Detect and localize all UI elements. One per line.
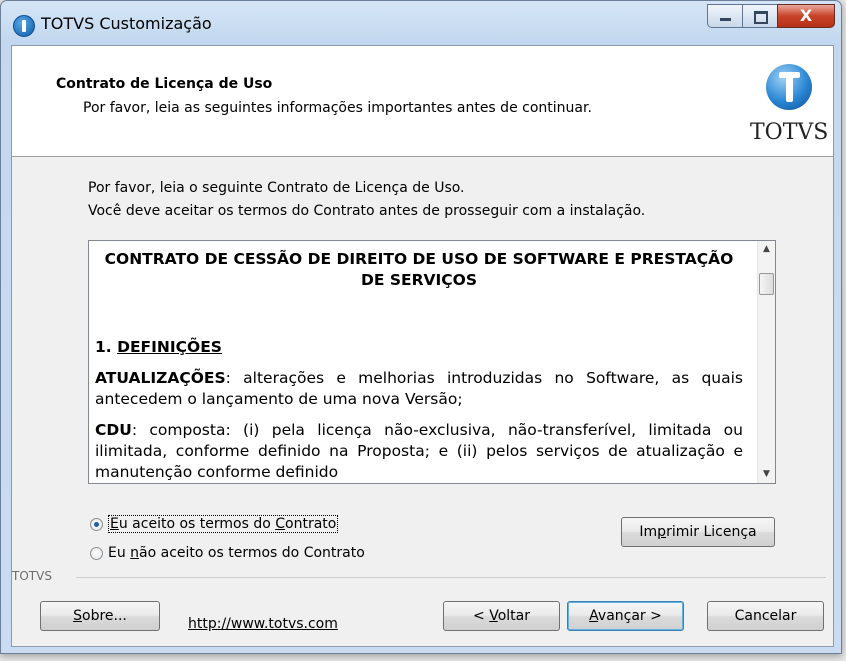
- license-text-area[interactable]: CONTRATO DE CESSÃO DE DIREITO DE USO DE …: [88, 240, 776, 484]
- close-icon: X: [799, 6, 813, 25]
- term-atualizacoes: ATUALIZAÇÕES: [95, 369, 226, 387]
- next-access-key: A: [589, 608, 598, 624]
- installer-window: TOTVS Customização X Contrato de Licença…: [0, 0, 842, 654]
- caption-buttons: X: [707, 4, 835, 30]
- print-access-key: p: [657, 524, 667, 540]
- next-button[interactable]: Avançar >: [567, 601, 684, 631]
- print-label-start: Im: [639, 524, 658, 540]
- scroll-up-arrow-icon[interactable]: ▲: [758, 241, 775, 258]
- about-label: obre...: [82, 608, 127, 624]
- scroll-down-arrow-icon[interactable]: ▼: [758, 466, 775, 483]
- wizard-body: Contrato de Licença de Uso Por favor, le…: [11, 45, 834, 647]
- window-title: TOTVS Customização: [41, 14, 212, 33]
- license-title: CONTRATO DE CESSÃO DE DIREITO DE USO DE …: [104, 250, 734, 289]
- back-label-start: <: [473, 608, 490, 624]
- maximize-button[interactable]: [742, 4, 778, 28]
- intro-line-2: Você deve aceitar os termos do Contrato …: [88, 203, 646, 219]
- accept-label-text-end: ontrato: [285, 516, 337, 532]
- footer-group-label: TOTVS: [12, 569, 56, 583]
- reject-radio-option[interactable]: Eu não aceito os termos do Contrato: [90, 543, 365, 563]
- reject-access-key: n: [130, 545, 140, 561]
- minimize-button[interactable]: [707, 4, 743, 28]
- about-button[interactable]: Sobre...: [40, 601, 160, 631]
- back-button[interactable]: < Voltar: [443, 601, 560, 631]
- license-paragraph: ATUALIZAÇÕES: alterações e melhorias int…: [95, 368, 743, 410]
- section-title: DEFINIÇÕES: [117, 338, 222, 356]
- reject-radio-button[interactable]: [90, 546, 103, 560]
- next-label: vançar >: [597, 608, 662, 624]
- accept-access-key-2: C: [275, 516, 286, 532]
- title-bar[interactable]: TOTVS Customização X: [1, 1, 841, 45]
- accept-radio-button[interactable]: [90, 517, 103, 531]
- print-label-end: rimir Licença: [666, 524, 757, 540]
- reject-label-start: Eu: [108, 545, 131, 561]
- back-access-key: V: [489, 608, 498, 624]
- close-button[interactable]: X: [777, 4, 835, 28]
- reject-radio-label[interactable]: Eu não aceito os termos do Contrato: [108, 545, 365, 561]
- section-number: 1.: [95, 338, 112, 356]
- reject-label-end: ão aceito os termos do Contrato: [139, 545, 365, 561]
- back-label-end: oltar: [497, 608, 530, 624]
- license-content: CONTRATO DE CESSÃO DE DIREITO DE USO DE …: [95, 249, 743, 483]
- page-subtitle: Por favor, leia as seguintes informações…: [83, 100, 592, 116]
- cancel-button[interactable]: Cancelar: [707, 601, 824, 631]
- term-cdu: CDU: [95, 421, 132, 439]
- page-title: Contrato de Licença de Uso: [56, 76, 273, 92]
- definition-cdu: : composta: (i) pela licença não-exclusi…: [95, 421, 743, 481]
- scroll-thumb[interactable]: [759, 273, 774, 295]
- totvs-logo-icon: [766, 64, 812, 110]
- intro-line-1: Por favor, leia o seguinte Contrato de L…: [88, 180, 465, 196]
- app-icon: [13, 15, 35, 37]
- totvs-logo-text: TOTVS: [750, 120, 829, 145]
- license-section-heading: 1. DEFINIÇÕES: [95, 337, 743, 358]
- accept-access-key: E: [110, 516, 119, 532]
- wizard-header: Contrato de Licença de Uso Por favor, le…: [12, 46, 833, 157]
- license-paragraph: CDU: composta: (i) pela licença não-excl…: [95, 420, 743, 483]
- vertical-scrollbar[interactable]: ▲ ▼: [757, 241, 775, 483]
- about-access-key: S: [73, 608, 82, 624]
- print-license-button[interactable]: Imprimir Licença: [621, 517, 775, 547]
- accept-radio-label[interactable]: Eu aceito os termos do Contrato: [108, 515, 339, 533]
- accept-label-text: u aceito os termos do: [118, 516, 276, 532]
- accept-radio-option[interactable]: Eu aceito os termos do Contrato: [90, 514, 339, 534]
- totvs-website-link[interactable]: http://www.totvs.com: [188, 616, 338, 632]
- footer-divider: [76, 577, 826, 578]
